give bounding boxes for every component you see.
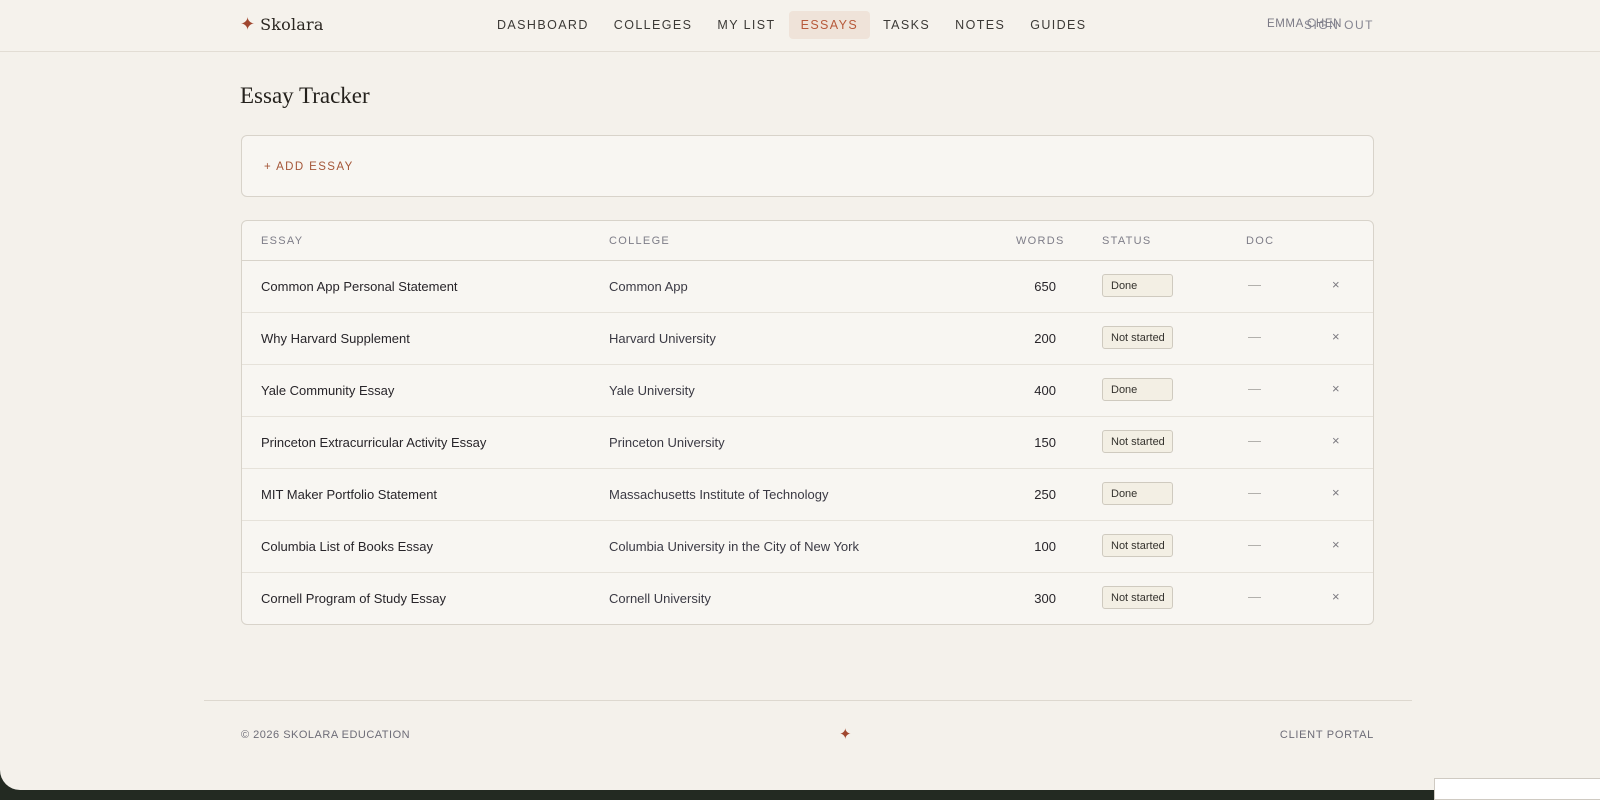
remove-icon[interactable]: × [1332,381,1340,396]
sparkle-icon: ✦ [839,726,852,743]
essay-name[interactable]: Why Harvard Supplement [261,331,410,346]
word-count: 150 [1034,435,1056,450]
remove-icon[interactable]: × [1332,433,1340,448]
table-row: Columbia List of Books Essay Columbia Un… [242,521,1373,573]
add-essay-panel: + ADD ESSAY [241,135,1374,197]
remove-icon[interactable]: × [1332,329,1340,344]
window-thumbnail[interactable] [1434,778,1600,800]
header-essay: ESSAY [261,235,304,247]
brand-logo[interactable]: ✦ Skolara [240,13,324,35]
nav-dashboard[interactable]: DASHBOARD [485,11,601,39]
nav-tasks[interactable]: TASKS [871,11,942,39]
status-select[interactable]: Done [1102,378,1173,401]
page-title: Essay Tracker [240,83,370,108]
brand-name: Skolara [260,14,324,34]
remove-icon[interactable]: × [1332,485,1340,500]
college-name: Princeton University [609,435,725,450]
doc-placeholder: — [1248,277,1261,292]
word-count: 250 [1034,487,1056,502]
college-name: Cornell University [609,591,711,606]
nav-guides[interactable]: GUIDES [1018,11,1098,39]
sparkle-icon: ✦ [240,14,256,34]
table-row: Cornell Program of Study Essay Cornell U… [242,573,1373,624]
sign-out-link[interactable]: SIGN OUT [1304,18,1374,32]
top-navigation-bar: ✦ Skolara DASHBOARD COLLEGES MY LIST ESS… [0,0,1600,52]
table-row: Why Harvard Supplement Harvard Universit… [242,313,1373,365]
essay-table: ESSAY COLLEGE WORDS STATUS DOC Common Ap… [241,220,1374,625]
status-select[interactable]: Done [1102,482,1173,505]
word-count: 200 [1034,331,1056,346]
client-portal-link[interactable]: CLIENT PORTAL [1280,729,1374,741]
word-count: 650 [1034,279,1056,294]
essay-name[interactable]: Columbia List of Books Essay [261,539,433,554]
essay-name[interactable]: Common App Personal Statement [261,279,458,294]
header-doc: DOC [1246,235,1275,247]
doc-placeholder: — [1248,329,1261,344]
college-name: Harvard University [609,331,716,346]
table-row: Common App Personal Statement Common App… [242,261,1373,313]
college-name: Common App [609,279,688,294]
essay-name[interactable]: Princeton Extracurricular Activity Essay [261,435,486,450]
doc-placeholder: — [1248,433,1261,448]
essay-name[interactable]: Yale Community Essay [261,383,394,398]
table-row: MIT Maker Portfolio Statement Massachuse… [242,469,1373,521]
table-header: ESSAY COLLEGE WORDS STATUS DOC [242,221,1373,261]
header-status: STATUS [1102,235,1152,247]
main-nav: DASHBOARD COLLEGES MY LIST ESSAYS TASKS … [485,11,1100,39]
status-select[interactable]: Not started [1102,430,1173,453]
remove-icon[interactable]: × [1332,589,1340,604]
word-count: 400 [1034,383,1056,398]
nav-essays[interactable]: ESSAYS [788,11,871,39]
status-select[interactable]: Done [1102,274,1173,297]
college-name: Yale University [609,383,695,398]
college-name: Columbia University in the City of New Y… [609,539,859,554]
word-count: 100 [1034,539,1056,554]
essay-name[interactable]: MIT Maker Portfolio Statement [261,487,437,502]
doc-placeholder: — [1248,485,1261,500]
nav-my-list[interactable]: MY LIST [705,11,787,39]
status-select[interactable]: Not started [1102,586,1173,609]
footer-copyright: © 2026 SKOLARA EDUCATION [241,729,411,741]
college-name: Massachusetts Institute of Technology [609,487,829,502]
status-select[interactable]: Not started [1102,326,1173,349]
table-row: Princeton Extracurricular Activity Essay… [242,417,1373,469]
footer-divider [204,700,1412,701]
nav-notes[interactable]: NOTES [943,11,1017,39]
remove-icon[interactable]: × [1332,277,1340,292]
header-college: COLLEGE [609,235,671,247]
page: ✦ Skolara DASHBOARD COLLEGES MY LIST ESS… [0,0,1600,790]
status-select[interactable]: Not started [1102,534,1173,557]
nav-colleges[interactable]: COLLEGES [602,11,705,39]
add-essay-button[interactable]: + ADD ESSAY [264,161,354,173]
header-words: WORDS [1016,235,1065,247]
doc-placeholder: — [1248,381,1261,396]
table-row: Yale Community Essay Yale University 400… [242,365,1373,417]
doc-placeholder: — [1248,537,1261,552]
doc-placeholder: — [1248,589,1261,604]
essay-name[interactable]: Cornell Program of Study Essay [261,591,446,606]
word-count: 300 [1034,591,1056,606]
remove-icon[interactable]: × [1332,537,1340,552]
